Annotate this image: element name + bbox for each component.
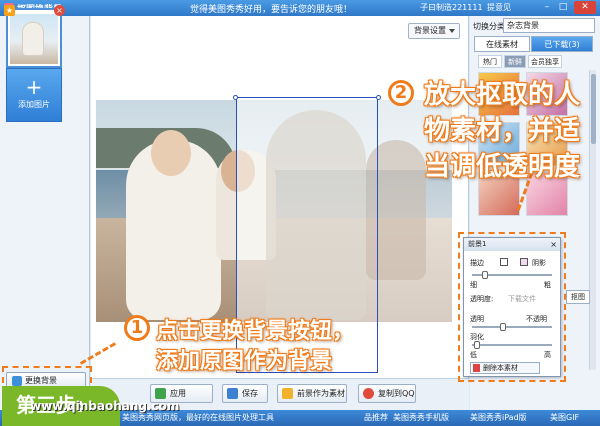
step2-line2: 物素材，并适 [424,116,581,146]
qq-icon [363,388,374,399]
subtab-new[interactable]: 新鲜 [504,55,526,68]
copy-to-qq-button[interactable]: 复制到QQ [358,384,416,403]
add-image-button[interactable]: + 添加图片 [6,68,62,122]
plus-icon: + [25,75,43,99]
subtab-hot[interactable]: 热门 [478,55,502,68]
step1-line1: 点击更换背景按钮， [156,319,355,344]
resize-handle[interactable] [376,95,381,100]
watermark-text: www.qinbaohang.com [30,399,180,413]
ipad-version-link[interactable]: 美图秀秀iPad版 [470,410,527,426]
popup-highlight-frame [458,232,566,382]
category-select[interactable]: 杂志背景 [503,18,595,33]
delete-thumbnail-icon[interactable]: × [54,5,65,16]
step1-number: 1 [124,315,150,341]
scrollbar-thumb[interactable] [591,74,596,144]
thumbnail-figure [22,22,44,56]
mobile-version-link[interactable]: 美图秀秀手机版 [393,410,449,426]
cutout-side-button[interactable]: 抠图 [566,290,590,304]
tab-downloaded[interactable]: 已下载(3) [531,36,593,52]
star-icon [282,388,293,399]
gif-link[interactable]: 美图GIF [550,410,579,426]
close-button[interactable]: ✕ [574,1,596,14]
maximize-button[interactable]: □ [556,1,570,14]
subtab-vip[interactable]: 会员独享 [528,55,562,68]
check-icon [155,388,166,399]
minimize-button[interactable]: – [540,1,554,14]
chevron-down-icon [449,29,455,33]
tab-online-materials[interactable]: 在线素材 [474,36,530,52]
feedback-link[interactable]: 提意见 [487,2,511,13]
save-button[interactable]: 保存 [222,384,268,403]
title-bar: 抠图换背景 觉得美图秀秀好用，要告诉您的朋友哦！ 子曰制造221111 提意见 … [0,0,600,16]
foreground-as-material-button[interactable]: 前景作为素材 [277,384,347,403]
step2-number: 2 [388,80,414,106]
add-image-label: 添加图片 [18,100,50,109]
save-icon [227,388,238,399]
star-icon: ★ [4,5,15,16]
user-name[interactable]: 子曰制造221111 [420,2,483,13]
background-settings-label: 背景设置 [414,26,446,35]
step2-line1: 放大抠取的人 [424,80,581,110]
recommend-label: 品推荐 [364,413,388,422]
resize-handle[interactable] [233,95,238,100]
step2-line3: 当调低透明度 [424,152,581,182]
banner-text[interactable]: 觉得美图秀秀好用，要告诉您的朋友哦！ [190,2,352,15]
thumbnail-card[interactable]: ★ × [4,5,65,68]
background-settings-dropdown[interactable]: 背景设置 [408,23,460,39]
material-scrollbar[interactable] [589,70,596,370]
step1-line2: 添加原图作为背景 [156,349,333,374]
